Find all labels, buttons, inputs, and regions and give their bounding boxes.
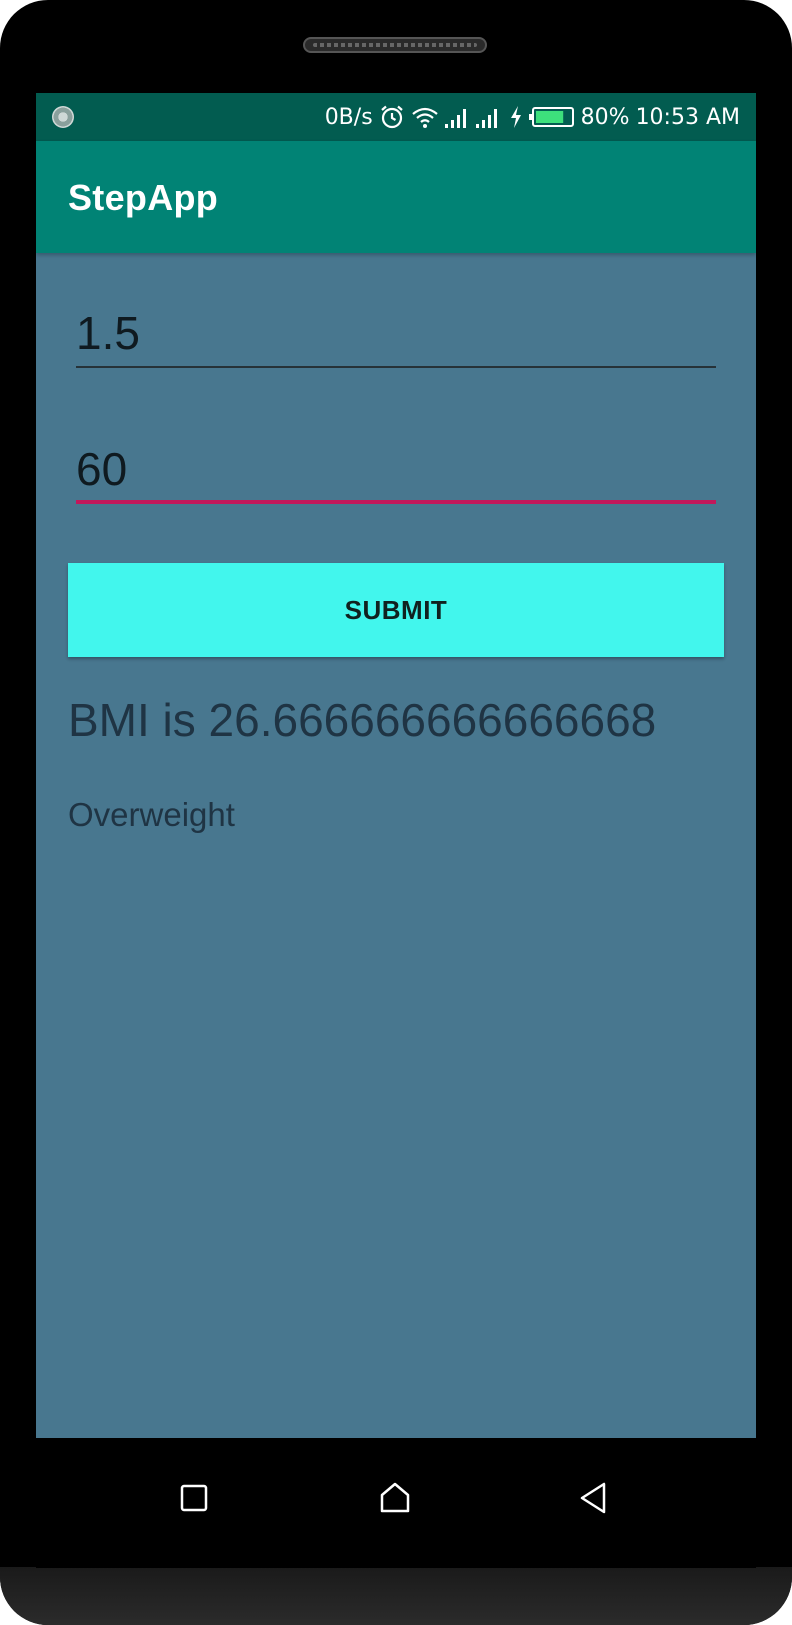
height-field-underline	[76, 366, 716, 368]
clock-time: 10:53 AM	[635, 104, 740, 130]
status-bar: 0B/s 80% 10:53 AM	[36, 93, 756, 141]
height-input[interactable]	[76, 303, 716, 363]
battery-percent: 80%	[580, 104, 630, 130]
weight-field-underline	[76, 500, 716, 504]
phone-bottom-bezel	[0, 1567, 792, 1625]
charging-icon	[509, 106, 523, 128]
app-bar: StepApp	[36, 141, 756, 253]
phone-speaker	[303, 37, 487, 53]
weight-input[interactable]	[76, 439, 716, 499]
bmi-category: Overweight	[68, 796, 235, 833]
bmi-result: BMI is 26.666666666666668	[68, 694, 657, 746]
network-speed: 0B/s	[324, 104, 373, 130]
battery-icon	[528, 106, 575, 128]
recent-apps-icon[interactable]	[174, 1478, 214, 1518]
weight-field[interactable]	[76, 439, 716, 509]
wifi-icon	[411, 105, 439, 129]
back-icon[interactable]	[574, 1478, 614, 1518]
home-icon[interactable]	[375, 1478, 415, 1518]
submit-button[interactable]: SUBMIT	[68, 563, 724, 657]
app-notification-icon	[52, 106, 74, 128]
alarm-icon	[379, 104, 405, 130]
status-indicators: 0B/s 80% 10:53 AM	[325, 93, 740, 141]
signal-icon	[444, 106, 503, 128]
app-screen: 0B/s 80% 10:53 AM StepApp 1.5 60 SUBMIT …	[36, 93, 756, 1438]
height-field[interactable]	[76, 303, 716, 373]
navigation-bar	[36, 1438, 756, 1568]
phone-frame: 0B/s 80% 10:53 AM StepApp 1.5 60 SUBMIT …	[0, 0, 792, 1625]
battery-fill	[535, 111, 563, 123]
app-title: StepApp	[68, 177, 219, 218]
